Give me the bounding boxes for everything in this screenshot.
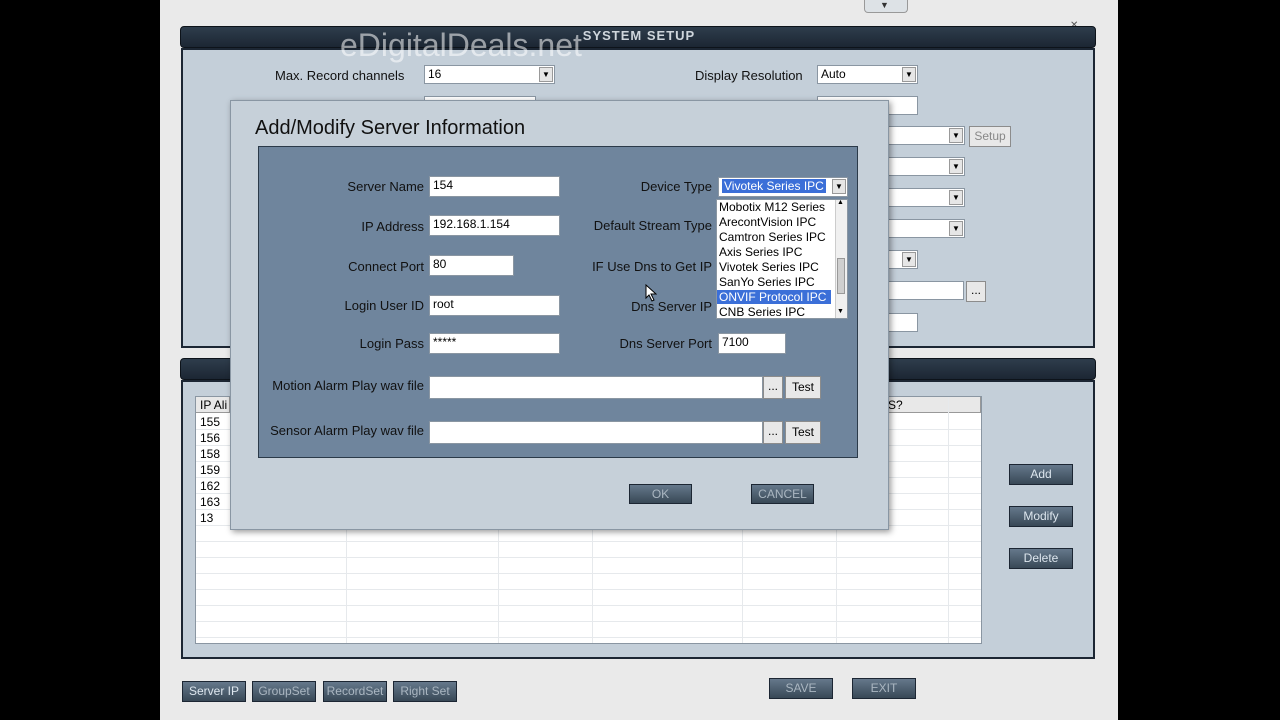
ip-address-label: IP Address bbox=[361, 219, 424, 234]
list-item[interactable]: Axis Series IPC bbox=[719, 245, 802, 259]
list-item[interactable]: Vivotek Series IPC bbox=[719, 260, 819, 274]
table-row[interactable]: 155 bbox=[200, 415, 220, 429]
window-title: SYSTEM SETUP bbox=[582, 28, 696, 43]
ip-address-input[interactable]: 192.168.1.154 bbox=[429, 215, 560, 236]
display-resolution-select[interactable]: Auto ▼ bbox=[817, 65, 918, 84]
login-pass-input[interactable]: ***** bbox=[429, 333, 560, 354]
login-user-label: Login User ID bbox=[344, 298, 424, 313]
list-item[interactable]: Mobotix M12 Series bbox=[719, 200, 825, 214]
device-type-label: Device Type bbox=[640, 179, 712, 194]
exit-button[interactable]: EXIT bbox=[852, 678, 916, 699]
list-item[interactable]: ArecontVision IPC bbox=[719, 215, 816, 229]
max-record-channels-label: Max. Record channels bbox=[275, 68, 405, 83]
sensor-alarm-path-input[interactable] bbox=[429, 421, 763, 444]
default-stream-type-label: Default Stream Type bbox=[593, 218, 712, 233]
scroll-down-icon[interactable]: ▼ bbox=[837, 308, 844, 315]
chevron-down-icon: ▼ bbox=[539, 67, 553, 82]
collapse-tab[interactable]: ▼ bbox=[864, 0, 908, 13]
tab-right-set[interactable]: Right Set bbox=[393, 681, 457, 702]
max-record-channels-select[interactable]: 16 ▼ bbox=[424, 65, 555, 84]
chevron-down-icon: ▼ bbox=[949, 221, 963, 236]
hidden-path-field[interactable] bbox=[887, 281, 964, 300]
hidden-select-2[interactable]: ▼ bbox=[887, 157, 965, 176]
setup-button[interactable]: Setup bbox=[969, 126, 1011, 147]
chevron-down-icon: ▼ bbox=[949, 159, 963, 174]
dns-server-port-label: Dns Server Port bbox=[619, 336, 712, 351]
add-modify-server-dialog: Add/Modify Server Information Server Nam… bbox=[230, 100, 889, 530]
add-button[interactable]: Add bbox=[1009, 464, 1073, 485]
device-type-dropdown-list[interactable]: Mobotix M12 Series ArecontVision IPC Cam… bbox=[716, 199, 848, 319]
dialog-title: Add/Modify Server Information bbox=[255, 117, 526, 139]
chevron-down-icon: ▼ bbox=[949, 128, 963, 143]
sensor-alarm-browse-button[interactable]: ... bbox=[763, 421, 783, 444]
use-dns-label: IF Use Dns to Get IP bbox=[592, 259, 712, 274]
scroll-up-icon[interactable]: ▲ bbox=[837, 199, 844, 206]
dns-server-port-input[interactable]: 7100 bbox=[718, 333, 786, 354]
list-item[interactable]: Camtron Series IPC bbox=[719, 230, 826, 244]
chevron-down-icon[interactable]: ▼ bbox=[832, 179, 846, 194]
hidden-select-5[interactable]: ▼ bbox=[887, 250, 918, 269]
sensor-alarm-test-button[interactable]: Test bbox=[785, 421, 821, 444]
hidden-select-1[interactable]: ▼ bbox=[887, 126, 965, 145]
cancel-button[interactable]: CANCEL bbox=[751, 484, 814, 504]
motion-alarm-path-input[interactable] bbox=[429, 376, 763, 399]
motion-alarm-browse-button[interactable]: ... bbox=[763, 376, 783, 399]
connect-port-label: Connect Port bbox=[348, 259, 424, 274]
column-header-status[interactable]: S? bbox=[884, 397, 949, 413]
dns-server-ip-label: Dns Server IP bbox=[631, 299, 712, 314]
list-item-highlighted[interactable]: ONVIF Protocol IPC bbox=[717, 290, 831, 304]
column-header-extra[interactable] bbox=[949, 397, 981, 413]
tab-groupset[interactable]: GroupSet bbox=[252, 681, 316, 702]
table-row[interactable]: 163 bbox=[200, 495, 220, 509]
save-button[interactable]: SAVE bbox=[769, 678, 833, 699]
table-row[interactable]: 162 bbox=[200, 479, 220, 493]
chevron-down-icon: ▼ bbox=[902, 67, 916, 82]
mouse-cursor-icon bbox=[645, 283, 658, 307]
chevron-down-icon: ▼ bbox=[880, 0, 889, 10]
table-row[interactable]: 13 bbox=[200, 511, 213, 525]
hidden-select-3[interactable]: ▼ bbox=[887, 188, 965, 207]
ok-button[interactable]: OK bbox=[629, 484, 692, 504]
hidden-field-3[interactable] bbox=[887, 313, 918, 332]
chevron-down-icon: ▼ bbox=[902, 252, 916, 267]
server-name-input[interactable]: 154 bbox=[429, 176, 560, 197]
watermark: eDigitalDeals.net bbox=[340, 27, 582, 63]
column-header-ip[interactable]: IP Ali bbox=[196, 397, 230, 413]
display-resolution-label: Display Resolution bbox=[695, 68, 803, 83]
table-row[interactable]: 158 bbox=[200, 447, 220, 461]
server-name-label: Server Name bbox=[347, 179, 424, 194]
list-item[interactable]: SanYo Series IPC bbox=[719, 275, 815, 289]
login-user-input[interactable]: root bbox=[429, 295, 560, 316]
delete-button[interactable]: Delete bbox=[1009, 548, 1073, 569]
table-row[interactable]: 156 bbox=[200, 431, 220, 445]
modify-button[interactable]: Modify bbox=[1009, 506, 1073, 527]
device-type-value: Vivotek Series IPC bbox=[722, 179, 826, 193]
sensor-alarm-label: Sensor Alarm Play wav file bbox=[270, 423, 424, 438]
motion-alarm-label: Motion Alarm Play wav file bbox=[272, 378, 424, 393]
tab-recordset[interactable]: RecordSet bbox=[323, 681, 387, 702]
tab-server-ip[interactable]: Server IP bbox=[182, 681, 246, 702]
browse-button[interactable]: ... bbox=[966, 281, 986, 302]
login-pass-label: Login Pass bbox=[359, 336, 424, 351]
chevron-down-icon: ▼ bbox=[949, 190, 963, 205]
scroll-thumb[interactable] bbox=[837, 258, 845, 294]
dropdown-scrollbar[interactable]: ▲ ▼ bbox=[835, 199, 847, 318]
device-type-select[interactable]: Vivotek Series IPC ▼ bbox=[718, 177, 848, 197]
list-item[interactable]: CNB Series IPC bbox=[719, 305, 805, 319]
hidden-select-4[interactable]: ▼ bbox=[887, 219, 965, 238]
connect-port-input[interactable]: 80 bbox=[429, 255, 514, 276]
motion-alarm-test-button[interactable]: Test bbox=[785, 376, 821, 399]
table-row[interactable]: 159 bbox=[200, 463, 220, 477]
